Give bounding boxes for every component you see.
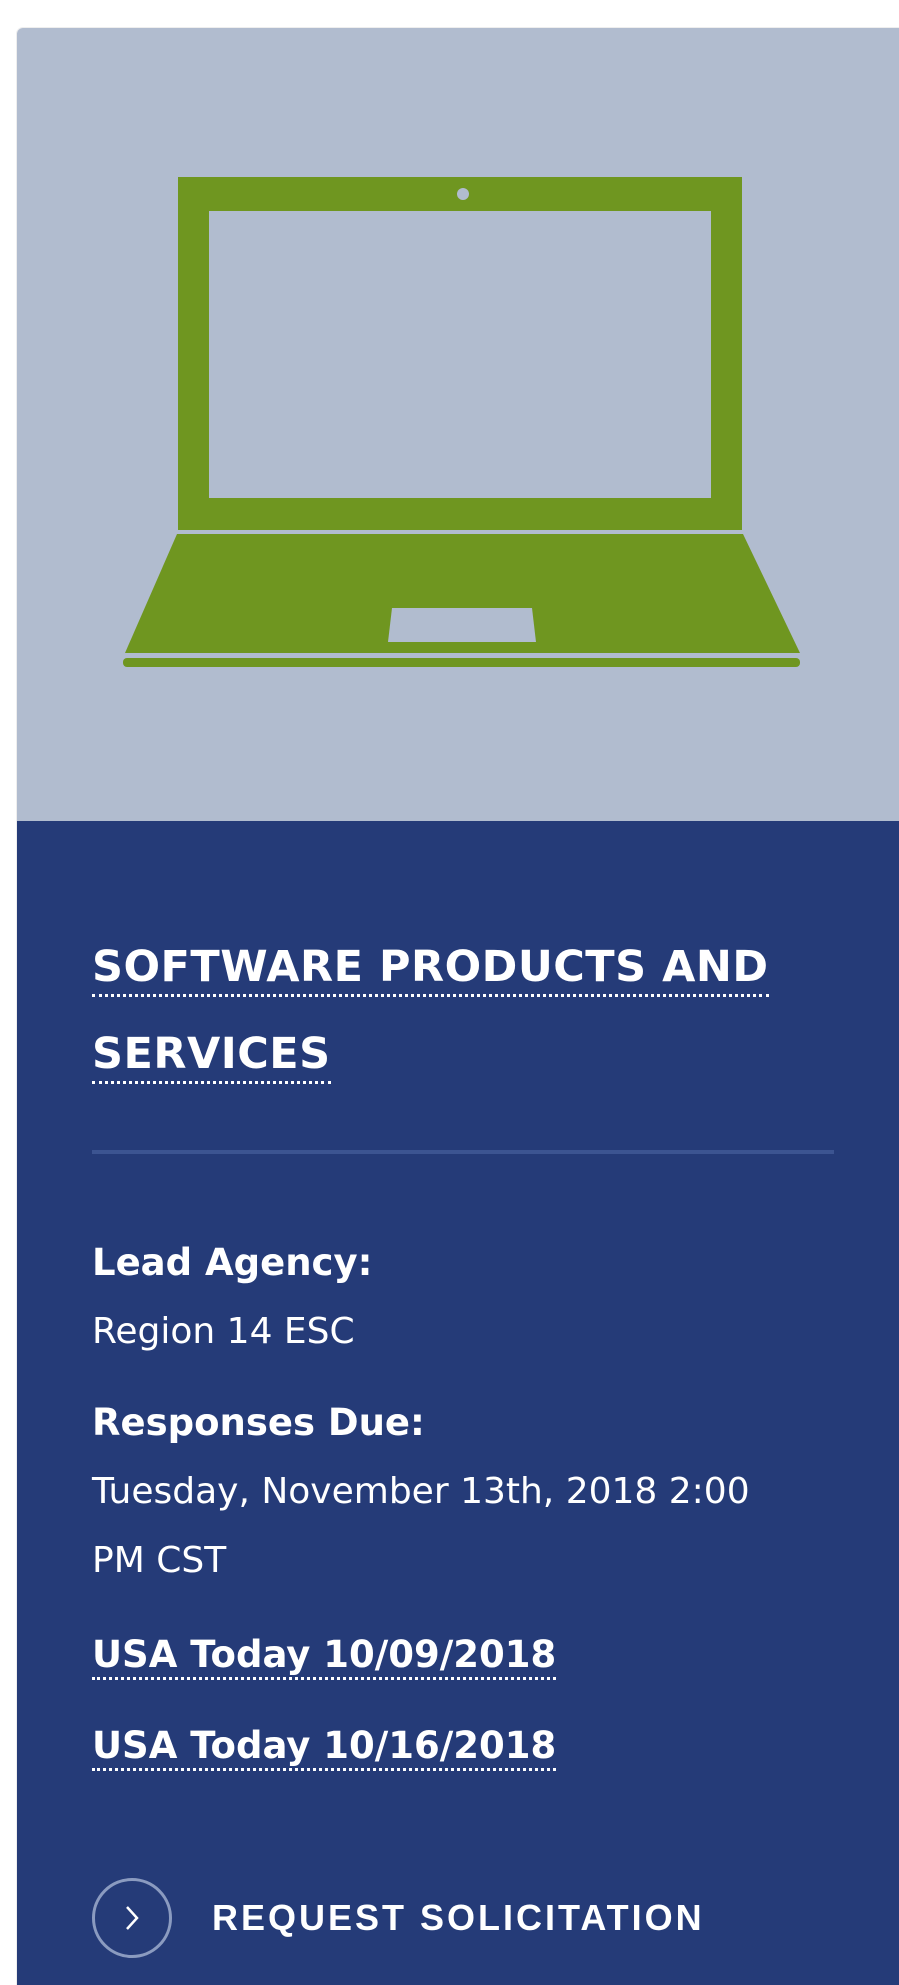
- cta-circle: [92, 1877, 172, 1958]
- card-title: SOFTWARE PRODUCTS AND SERVICES: [92, 924, 812, 1098]
- request-solicitation-button[interactable]: REQUEST SOLICITATION: [92, 1874, 705, 1961]
- card-body: SOFTWARE PRODUCTS AND SERVICES Lead Agen…: [17, 821, 899, 1985]
- lead-agency-label: Lead Agency:: [92, 1241, 373, 1284]
- card-image: [17, 28, 899, 821]
- responses-due-label: Responses Due:: [92, 1401, 425, 1444]
- document-link-usa-today-2[interactable]: USA Today 10/16/2018: [92, 1724, 557, 1771]
- laptop-icon: [123, 177, 800, 667]
- card-title-link[interactable]: SOFTWARE PRODUCTS AND SERVICES: [92, 942, 769, 1084]
- request-solicitation-label: REQUEST SOLICITATION: [212, 1896, 705, 1938]
- divider: [92, 1150, 834, 1154]
- lead-agency-value: Region 14 ESC: [92, 1311, 355, 1352]
- chevron-right-icon: [126, 1905, 139, 1930]
- solicitation-card: SOFTWARE PRODUCTS AND SERVICES Lead Agen…: [17, 28, 899, 1985]
- document-link-usa-today-1[interactable]: USA Today 10/09/2018: [92, 1633, 557, 1680]
- responses-due-value: Tuesday, November 13th, 2018 2:00 PM CST: [92, 1471, 750, 1581]
